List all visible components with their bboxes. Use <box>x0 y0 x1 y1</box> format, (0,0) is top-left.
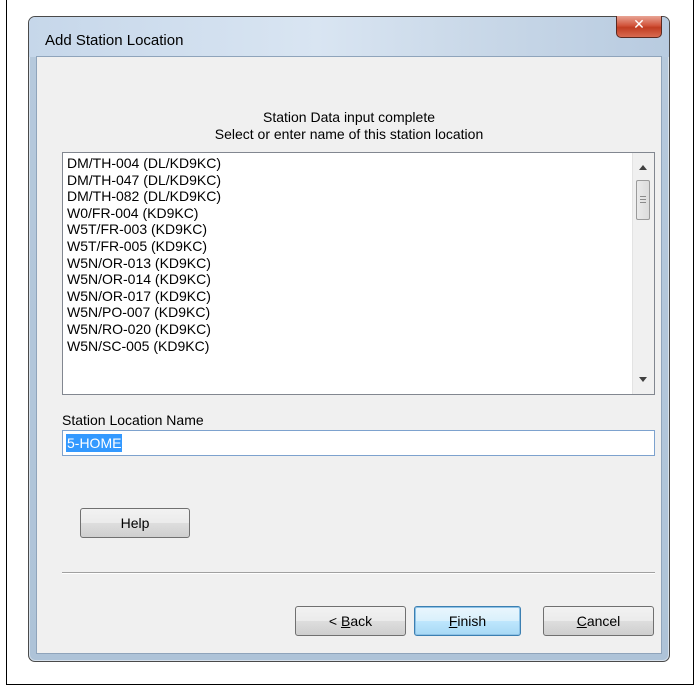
grip-line <box>640 199 646 200</box>
station-location-list[interactable]: DM/TH-004 (DL/KD9KC) DM/TH-047 (DL/KD9KC)… <box>62 152 655 395</box>
list-item[interactable]: W5N/SC-005 (KD9KC) <box>65 338 630 355</box>
status-heading: Station Data input complete <box>263 109 435 125</box>
help-button-label: Help <box>120 515 150 531</box>
dialog-window: Add Station Location ✕ Station Data inpu… <box>28 16 670 662</box>
cancel-button[interactable]: Cancel <box>543 606 654 636</box>
list-item[interactable]: W5N/OR-017 (KD9KC) <box>65 288 630 305</box>
list-item[interactable]: W5N/RO-020 (KD9KC) <box>65 321 630 338</box>
separator <box>62 572 655 574</box>
grip-line <box>640 202 646 203</box>
list-item[interactable]: DM/TH-004 (DL/KD9KC) <box>65 155 630 172</box>
back-button[interactable]: < Back <box>295 606 406 636</box>
back-button-rest: ack <box>350 613 373 629</box>
help-button[interactable]: Help <box>80 508 190 538</box>
list-item[interactable]: DM/TH-047 (DL/KD9KC) <box>65 172 630 189</box>
cancel-button-mnemonic: C <box>576 613 587 629</box>
cancel-button-rest: ancel <box>586 613 621 629</box>
input-value: 5-HOME <box>66 434 123 452</box>
station-location-name-input[interactable]: 5-HOME <box>62 430 655 456</box>
list-item[interactable]: DM/TH-082 (DL/KD9KC) <box>65 188 630 205</box>
list-item[interactable]: W5N/OR-014 (KD9KC) <box>65 271 630 288</box>
window-title: Add Station Location <box>45 32 184 49</box>
close-icon: ✕ <box>633 17 645 33</box>
instruction-text: Select or enter name of this station loc… <box>214 126 484 142</box>
finish-button[interactable]: Finish <box>414 606 521 636</box>
close-button[interactable]: ✕ <box>616 16 662 38</box>
dialog-client: Station Data input complete Select or en… <box>36 56 662 654</box>
vertical-scrollbar[interactable] <box>632 153 654 394</box>
scroll-down-arrow-icon[interactable] <box>639 377 647 382</box>
title-bar[interactable]: Add Station Location ✕ <box>29 16 669 57</box>
finish-button-rest: inish <box>457 613 487 629</box>
list-item[interactable]: W5T/FR-005 (KD9KC) <box>65 238 630 255</box>
list-item[interactable]: W5T/FR-003 (KD9KC) <box>65 221 630 238</box>
list-items: DM/TH-004 (DL/KD9KC) DM/TH-047 (DL/KD9KC)… <box>65 155 630 392</box>
station-location-name-label: Station Location Name <box>62 412 204 428</box>
list-item[interactable]: W0/FR-004 (KD9KC) <box>65 205 630 222</box>
back-button-prefix: < <box>328 613 341 629</box>
scroll-up-arrow-icon[interactable] <box>639 165 647 170</box>
list-item[interactable]: W5N/OR-013 (KD9KC) <box>65 255 630 272</box>
grip-line <box>640 196 646 197</box>
back-button-mnemonic: B <box>340 613 351 629</box>
scroll-thumb[interactable] <box>636 180 650 220</box>
list-item[interactable]: W5N/PO-007 (KD9KC) <box>65 304 630 321</box>
